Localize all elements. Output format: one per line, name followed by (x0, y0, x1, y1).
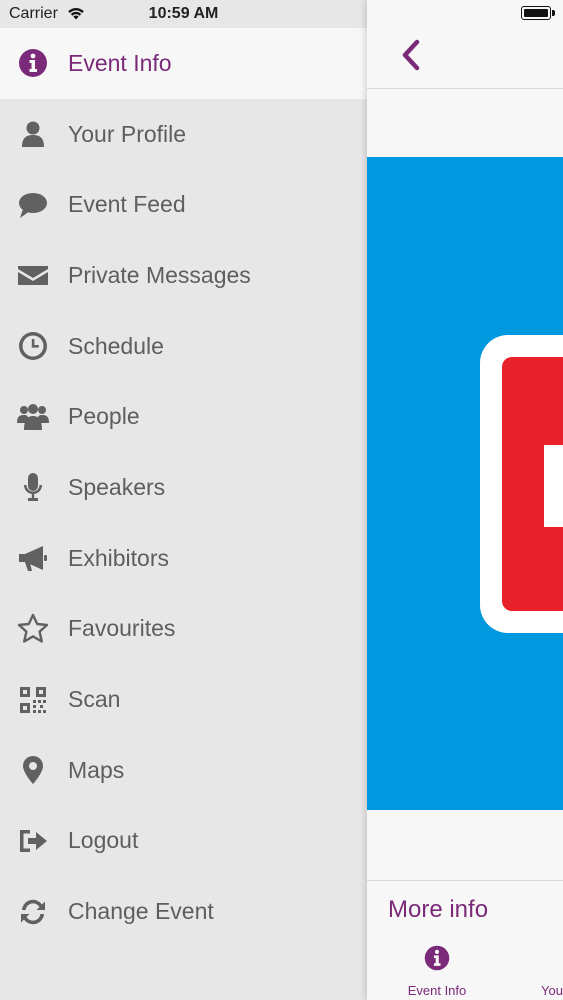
tab-bar: Event Info You (367, 940, 563, 1000)
menu-item-event-feed[interactable]: Event Feed (0, 169, 367, 240)
menu-item-speakers[interactable]: Speakers (0, 452, 367, 523)
envelope-icon (16, 258, 50, 292)
menu-item-favourites[interactable]: Favourites (0, 594, 367, 665)
menu-item-label: Change Event (68, 898, 214, 925)
microphone-icon (16, 470, 50, 504)
menu-item-label: Speakers (68, 473, 166, 500)
battery-icon (521, 6, 551, 20)
star-outline-icon (16, 612, 50, 646)
menu-item-label: Logout (68, 827, 139, 854)
qr-code-icon (16, 683, 50, 717)
menu-item-your-profile[interactable]: Your Profile (0, 99, 367, 170)
user-icon (16, 117, 50, 151)
status-bar: Carrier 10:59 AM (0, 0, 563, 28)
menu-item-maps[interactable]: Maps (0, 735, 367, 806)
more-info-link[interactable]: More info (388, 896, 488, 924)
menu-item-label: Maps (68, 756, 125, 783)
menu-list: Event Info Your Profile Event Feed Priva… (0, 28, 367, 947)
sign-out-icon (16, 824, 50, 858)
menu-item-private-messages[interactable]: Private Messages (0, 240, 367, 311)
menu-item-scan[interactable]: Scan (0, 664, 367, 735)
tab-label: You (541, 983, 563, 998)
info-circle-icon (424, 945, 450, 971)
speech-bubble-icon (16, 188, 50, 222)
menu-item-label: Private Messages (68, 261, 251, 288)
tab-label: Event Info (407, 983, 467, 998)
menu-item-label: People (68, 403, 140, 430)
side-menu: Event Info Your Profile Event Feed Priva… (0, 0, 367, 1000)
menu-item-schedule[interactable]: Schedule (0, 311, 367, 382)
menu-item-exhibitors[interactable]: Exhibitors (0, 523, 367, 594)
menu-item-label: Schedule (68, 332, 164, 359)
menu-item-label: Favourites (68, 615, 176, 642)
status-time: 10:59 AM (148, 5, 219, 22)
back-chevron-icon[interactable] (399, 38, 425, 72)
info-circle-icon (16, 46, 50, 80)
menu-item-label: Event Info (68, 49, 172, 76)
menu-item-label: Scan (68, 686, 121, 713)
menu-item-people[interactable]: People (0, 381, 367, 452)
menu-item-label: Your Profile (68, 120, 187, 147)
megaphone-icon (16, 541, 50, 575)
event-logo (480, 335, 563, 633)
group-icon (16, 400, 50, 434)
menu-item-event-info[interactable]: Event Info (0, 28, 367, 99)
divider (367, 880, 563, 881)
menu-item-logout[interactable]: Logout (0, 806, 367, 877)
menu-item-label: Exhibitors (68, 544, 169, 571)
clock-icon (16, 329, 50, 363)
main-panel: More info Event Info You (367, 0, 563, 1000)
event-logo-letter (544, 445, 563, 527)
event-banner (367, 157, 563, 810)
menu-item-change-event[interactable]: Change Event (0, 876, 367, 947)
tab-your-profile[interactable]: You (527, 940, 563, 1000)
map-pin-icon (16, 753, 50, 787)
tab-event-info[interactable]: Event Info (387, 940, 487, 1000)
event-logo-red-panel (502, 357, 563, 611)
battery-tip (552, 10, 555, 16)
menu-item-label: Event Feed (68, 191, 186, 218)
refresh-icon (16, 895, 50, 929)
